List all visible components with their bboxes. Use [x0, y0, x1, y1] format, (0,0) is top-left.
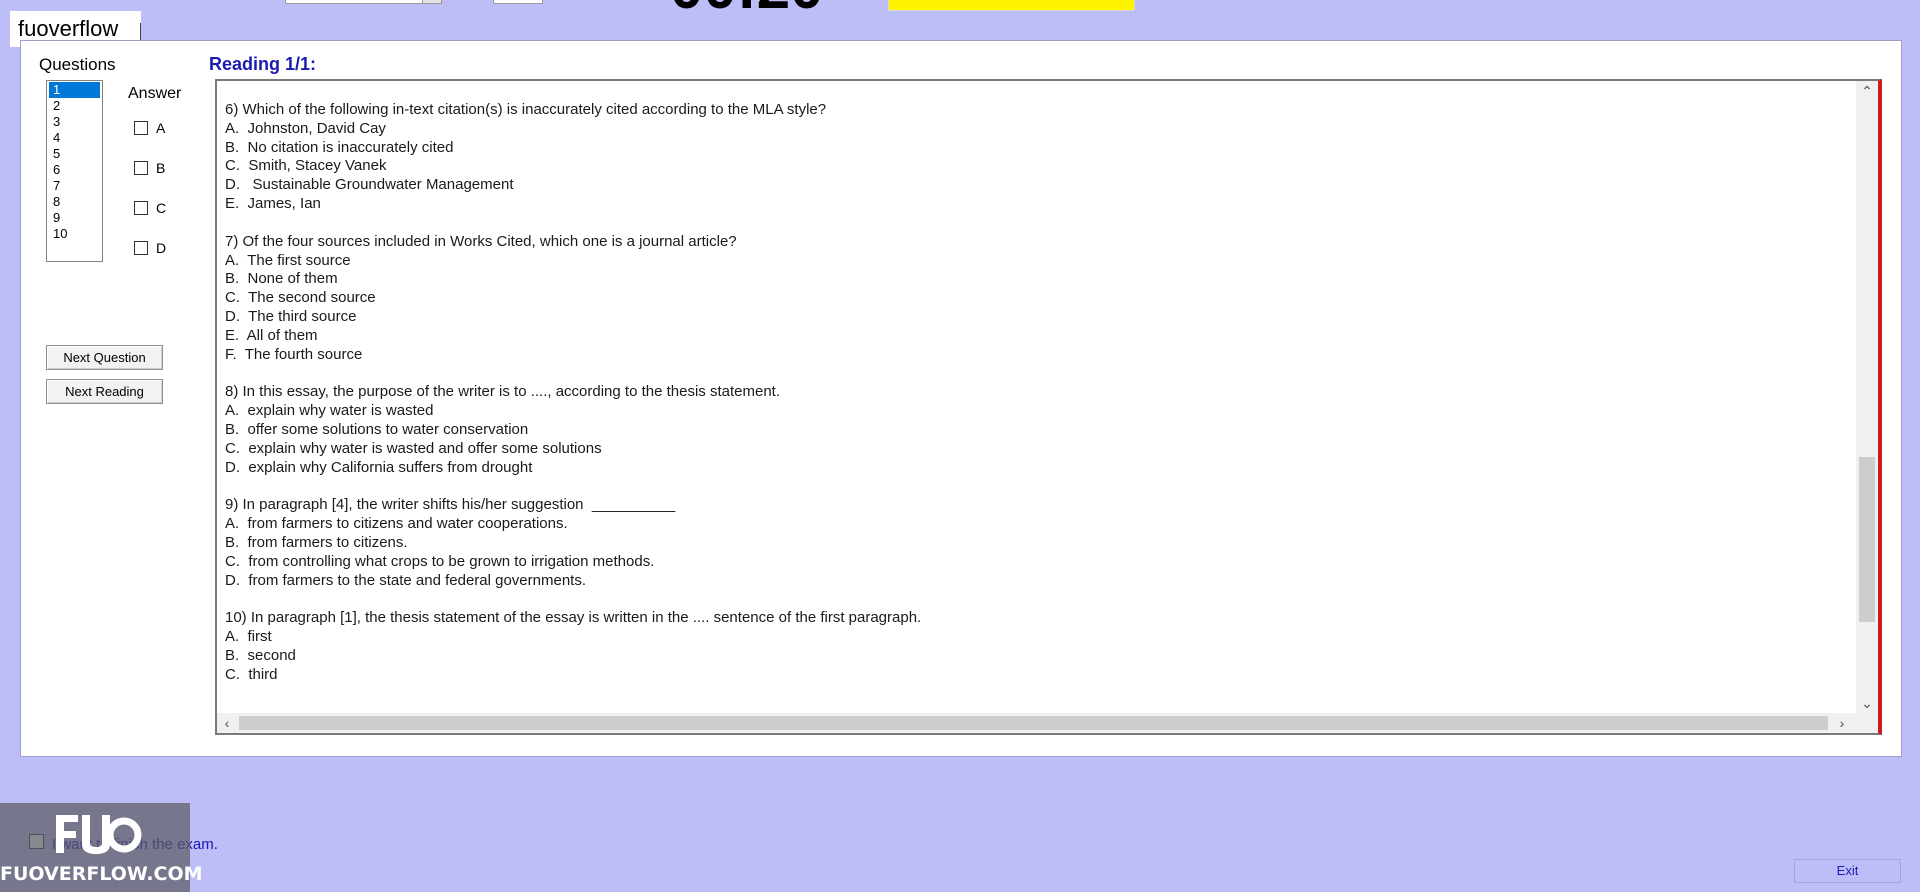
next-question-button[interactable]: Next Question [46, 345, 163, 370]
scroll-up-icon[interactable]: ⌃ [1856, 81, 1878, 101]
reading-line: A. explain why water is wasted [225, 402, 434, 420]
reading-line: C. from controlling what crops to be gro… [225, 552, 655, 570]
reading-line: A. from farmers to citizens and water co… [225, 515, 568, 533]
reading-content: 6) Which of the following in-text citati… [225, 81, 1850, 713]
answer-checkbox[interactable] [134, 161, 148, 175]
answer-checkbox[interactable] [134, 241, 148, 255]
reading-line: A. first [225, 628, 272, 646]
exit-button[interactable]: Exit [1794, 859, 1901, 883]
top-yellow-bar [888, 0, 1135, 11]
answer-option-label: C [156, 200, 167, 216]
reading-line: D. from farmers to the state and federal… [225, 571, 586, 589]
question-list-item[interactable]: 2 [49, 98, 100, 114]
answer-checkbox[interactable] [134, 201, 148, 215]
reading-line: E. All of them [225, 326, 318, 344]
question-list-item[interactable]: 1 [49, 82, 100, 98]
question-list-item[interactable]: 4 [49, 130, 100, 146]
answer-option-b[interactable]: B [134, 158, 165, 178]
reading-line: A. The first source [225, 251, 351, 269]
top-dropdown[interactable] [285, 0, 442, 4]
answer-option-label: D [156, 240, 167, 256]
question-list[interactable]: 1 2 3 4 5 6 7 8 9 10 [46, 80, 103, 262]
reading-line: C. The second source [225, 289, 376, 307]
reading-line: B. from farmers to citizens. [225, 533, 408, 551]
watermark-logo: FUOVERFLOW.COM [0, 803, 203, 892]
reading-line: B. offer some solutions to water conserv… [225, 420, 529, 438]
question-list-item[interactable]: 9 [49, 210, 100, 226]
scroll-right-icon[interactable]: › [1832, 713, 1852, 733]
questions-label: Questions [39, 55, 116, 74]
reading-line: D. explain why California suffers from d… [225, 458, 533, 476]
dropdown-arrow-icon[interactable] [422, 0, 441, 3]
logo-text: FUOVERFLOW.COM [0, 863, 203, 885]
reading-text-box[interactable]: 6) Which of the following in-text citati… [215, 79, 1882, 735]
reading-line: C. explain why water is wasted and offer… [225, 439, 602, 457]
vertical-scrollbar[interactable]: ⌃ ⌄ [1856, 81, 1878, 713]
question-list-item[interactable]: 8 [49, 194, 100, 210]
reading-line: 6) Which of the following in-text citati… [225, 101, 827, 118]
answer-option-label: B [156, 160, 166, 176]
fuo-logo-icon [56, 815, 142, 854]
answer-label: Answer [128, 85, 182, 102]
reading-line: F. The fourth source [225, 345, 363, 363]
reading-line: B. None of them [225, 270, 338, 288]
scroll-down-icon[interactable]: ⌄ [1856, 693, 1878, 713]
reading-line: B. No citation is inaccurately cited [225, 138, 454, 156]
vertical-scroll-thumb[interactable] [1859, 457, 1875, 622]
reading-line: 7) Of the four sources included in Works… [225, 232, 737, 250]
reading-line: A. Johnston, David Cay [225, 119, 386, 137]
answer-option-label: A [156, 120, 166, 136]
horizontal-scroll-thumb[interactable] [239, 716, 1828, 730]
answer-checkbox[interactable] [134, 121, 148, 135]
question-list-item[interactable]: 5 [49, 146, 100, 162]
reading-line: 8) In this essay, the purpose of the wri… [225, 383, 780, 401]
question-list-item[interactable]: 6 [49, 162, 100, 178]
reading-line: B. second [225, 646, 296, 664]
reading-line: D. Sustainable Groundwater Management [225, 176, 514, 194]
answer-option-c[interactable]: C [134, 198, 166, 218]
answer-option-d[interactable]: D [134, 238, 166, 258]
reading-line: D. The third source [225, 307, 357, 325]
scroll-left-icon[interactable]: ‹ [217, 713, 237, 733]
question-list-item[interactable]: 10 [49, 226, 100, 242]
reading-line: 10) In paragraph [1], the thesis stateme… [225, 609, 922, 627]
reading-line: C. Smith, Stacey Vanek [225, 157, 387, 175]
top-small-input[interactable] [493, 0, 543, 4]
reading-title: Reading 1/1: [209, 54, 317, 74]
next-reading-button[interactable]: Next Reading [46, 379, 163, 404]
question-list-item[interactable]: 3 [49, 114, 100, 130]
reading-line: 9) In paragraph [4], the writer shifts h… [225, 496, 676, 514]
reading-line: C. third [225, 665, 278, 683]
answer-option-a[interactable]: A [134, 118, 165, 138]
reading-line: E. James, Ian [225, 194, 321, 212]
timer-display: 00:20 [670, 0, 823, 18]
question-list-item[interactable]: 7 [49, 178, 100, 194]
horizontal-scrollbar[interactable]: ‹ › [217, 713, 1878, 733]
